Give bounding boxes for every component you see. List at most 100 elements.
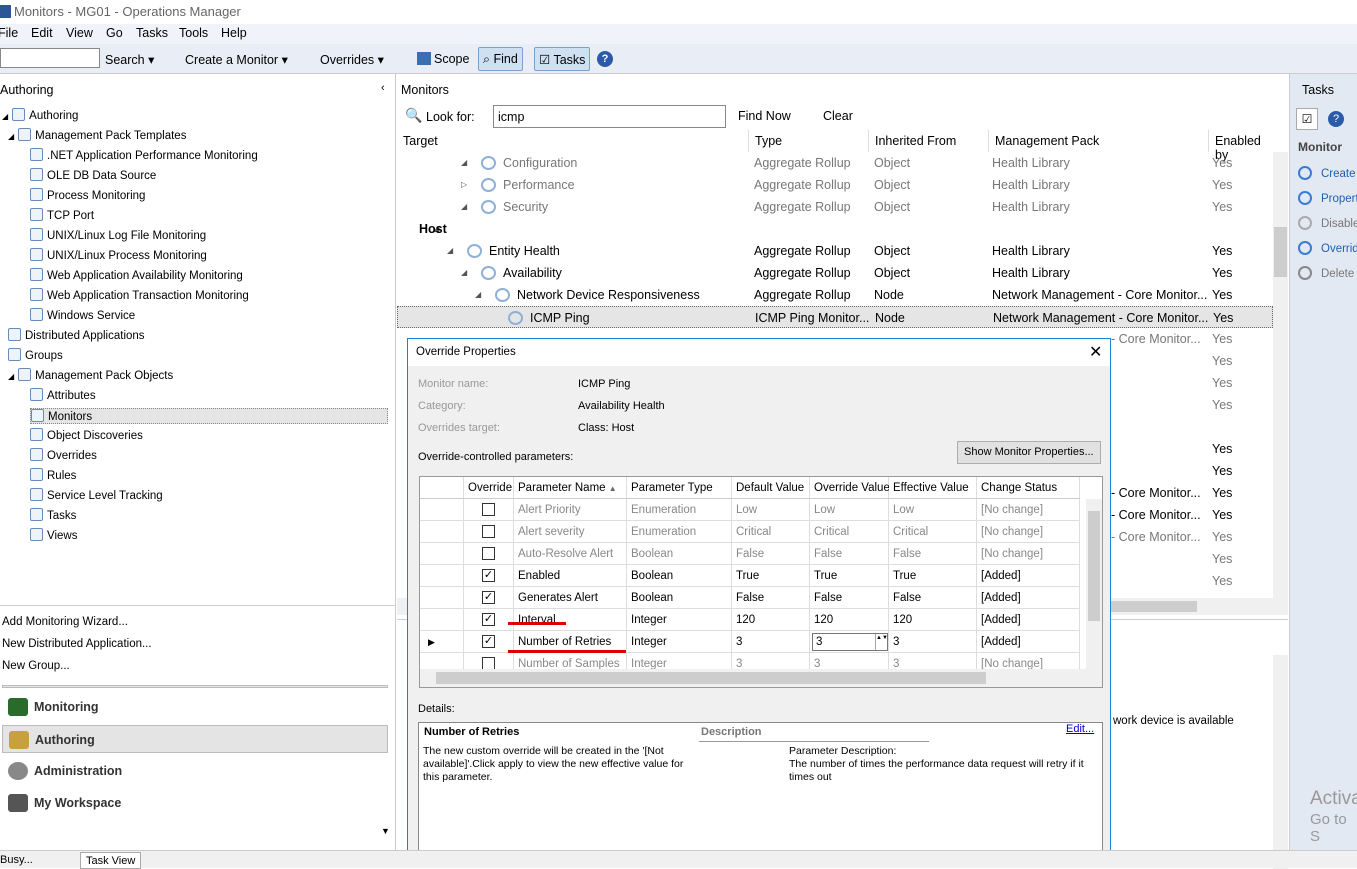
tree-item[interactable]: ◢ Management Pack Templates [8, 128, 186, 142]
clear-button[interactable]: Clear [823, 109, 853, 123]
cell-ov[interactable]: True [810, 565, 889, 587]
tree-item[interactable]: OLE DB Data Source [30, 168, 156, 182]
workspace-my-workspace[interactable]: My Workspace [2, 789, 388, 817]
splitter[interactable] [2, 685, 388, 688]
search-dropdown[interactable]: Search ▾ [105, 52, 154, 67]
column-inherited-from[interactable]: Inherited From [868, 130, 962, 152]
column-change-status[interactable]: Change Status [977, 477, 1080, 499]
tasks-button[interactable]: ☑ Tasks [534, 47, 591, 71]
row-header[interactable] [420, 543, 464, 565]
tree-item[interactable]: Web Application Availability Monitoring [30, 268, 243, 282]
row-header[interactable] [420, 499, 464, 521]
details-scrollbar[interactable] [1273, 655, 1288, 869]
toolbar-search-input[interactable] [0, 48, 100, 68]
tree-item[interactable]: UNIX/Linux Process Monitoring [30, 248, 207, 262]
tree-item[interactable]: .NET Application Performance Monitoring [30, 148, 258, 162]
group-header[interactable]: ◢ Host [397, 218, 1273, 240]
collapse-pane-icon[interactable]: ‹ [381, 82, 385, 94]
column-default-value[interactable]: Default Value [732, 477, 810, 499]
show-monitor-properties-button[interactable]: Show Monitor Properties... [957, 441, 1101, 464]
override-checkbox[interactable] [482, 503, 495, 516]
scroll-thumb[interactable] [1274, 227, 1287, 277]
look-for-input[interactable] [493, 105, 726, 128]
cell-ov[interactable]: False [810, 587, 889, 609]
cell-ov[interactable]: 3 ▲▼ [810, 631, 889, 653]
parameter-row[interactable]: ✓ Generates Alert Boolean False False False [A… [420, 587, 1086, 609]
tree-item[interactable]: Attributes [30, 388, 96, 402]
tree-item[interactable]: Tasks [30, 508, 76, 522]
tree-item[interactable]: ◢ Authoring [2, 108, 78, 122]
task-item[interactable]: Overrid [1298, 241, 1357, 255]
override-checkbox[interactable]: ✓ [482, 613, 495, 626]
table-row[interactable]: ◢ Availability Aggregate Rollup Object Healt… [397, 262, 1273, 284]
cell-ov[interactable]: 120 [810, 609, 889, 631]
new-distributed-application-link[interactable]: New Distributed Application... [2, 638, 152, 650]
tree-item[interactable]: ◢ Management Pack Objects [8, 368, 173, 382]
create-monitor-dropdown[interactable]: Create a Monitor ▾ [185, 52, 288, 67]
menu-tools[interactable]: Tools [179, 26, 208, 40]
tree-item[interactable]: UNIX/Linux Log File Monitoring [30, 228, 206, 242]
column-parameter-type[interactable]: Parameter Type [627, 477, 732, 499]
table-row[interactable]: ◢ Configuration Aggregate Rollup Object Heal… [397, 152, 1273, 174]
close-icon[interactable]: ✕ [1089, 342, 1102, 362]
tree-item[interactable]: Views [30, 528, 77, 542]
new-group-link[interactable]: New Group... [2, 660, 70, 672]
cell-ov[interactable]: False [810, 543, 889, 565]
row-header[interactable]: ▶ [420, 631, 464, 653]
cell-ov[interactable]: Critical [810, 521, 889, 543]
cell-ov[interactable]: Low [810, 499, 889, 521]
override-checkbox[interactable]: ✓ [482, 635, 495, 648]
row-header[interactable] [420, 609, 464, 631]
override-checkbox[interactable] [482, 525, 495, 538]
column-effective-value[interactable]: Effective Value [889, 477, 977, 499]
scroll-thumb[interactable] [436, 672, 986, 684]
workspace-authoring[interactable]: Authoring [2, 725, 388, 753]
expand-icon[interactable]: ◢ [8, 132, 14, 141]
task-item[interactable]: Delete [1298, 266, 1354, 280]
parameter-row[interactable]: ✓ Interval Integer 120 120 120 [Added] [420, 609, 1086, 631]
tree-item[interactable]: Distributed Applications [8, 328, 145, 342]
column-override[interactable]: Override [464, 477, 514, 499]
table-row[interactable]: ◢ Entity Health Aggregate Rollup Object Heal… [397, 240, 1273, 262]
table-row[interactable]: ▷ Performance Aggregate Rollup Object Health… [397, 174, 1273, 196]
tree-item[interactable]: Process Monitoring [30, 188, 145, 202]
menu-help[interactable]: Help [221, 26, 247, 40]
row-header[interactable] [420, 565, 464, 587]
task-item[interactable]: Propert [1298, 191, 1357, 205]
tasks-tab-icon[interactable]: ☑ [1296, 108, 1318, 130]
grid-horizontal-scrollbar[interactable] [420, 669, 1102, 687]
override-value-spinner[interactable]: 3 ▲▼ [812, 633, 888, 651]
find-button[interactable]: ⌕ Find [478, 47, 523, 71]
expand-icon[interactable]: ◢ [461, 268, 467, 277]
expand-icon[interactable]: ▷ [461, 180, 467, 189]
column-override-value[interactable]: Override Value [810, 477, 890, 499]
tree-item[interactable]: Object Discoveries [30, 428, 143, 442]
table-row[interactable]: ICMP Ping ICMP Ping Monitor... Node Network… [397, 306, 1273, 328]
tree-item[interactable]: Rules [30, 468, 76, 482]
scroll-thumb[interactable] [1107, 601, 1197, 612]
scroll-thumb[interactable] [1088, 511, 1100, 621]
tree-item[interactable]: Web Application Transaction Monitoring [30, 288, 249, 302]
column-type[interactable]: Type [748, 130, 788, 152]
column-management-pack[interactable]: Management Pack [988, 130, 1105, 152]
menu-edit[interactable]: Edit [31, 26, 53, 40]
spinner-arrows-icon[interactable]: ▲▼ [875, 634, 888, 650]
expand-icon[interactable]: ◢ [447, 246, 453, 255]
table-row[interactable]: ◢ Network Device Responsiveness Aggregate … [397, 284, 1273, 306]
vertical-scrollbar[interactable] [1273, 152, 1288, 598]
tree-item[interactable]: Groups [8, 348, 63, 362]
menu-go[interactable]: Go [106, 26, 123, 40]
parameter-row[interactable]: ✓ Enabled Boolean True True True [Added] [420, 565, 1086, 587]
edit-link[interactable]: Edit... [1066, 723, 1094, 735]
overrides-dropdown[interactable]: Overrides ▾ [320, 52, 384, 67]
task-item[interactable]: Disable [1298, 216, 1357, 230]
scroll-down-icon[interactable]: ▼ [381, 826, 390, 836]
tree-item[interactable]: Service Level Tracking [30, 488, 163, 502]
column-parameter-name[interactable]: Parameter Name ▲ [514, 477, 627, 499]
expand-icon[interactable]: ◢ [461, 202, 467, 211]
table-row[interactable]: ◢ Security Aggregate Rollup Object Health Li… [397, 196, 1273, 218]
tree-item[interactable]: Monitors [30, 408, 388, 424]
menu-tasks[interactable]: Tasks [136, 26, 168, 40]
column-enabled-by[interactable]: Enabled by [1208, 130, 1273, 162]
override-checkbox[interactable] [482, 547, 495, 560]
